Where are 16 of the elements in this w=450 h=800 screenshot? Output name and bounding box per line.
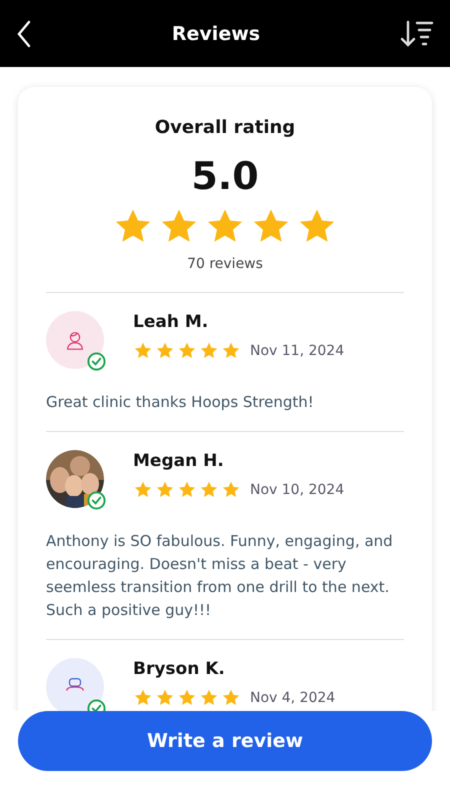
reviewer-name: Bryson K. bbox=[133, 659, 226, 679]
rating-score: 5.0 bbox=[191, 154, 259, 198]
page-title: Reviews bbox=[172, 22, 260, 44]
review-count: 70 reviews bbox=[187, 256, 263, 272]
review-date: Nov 10, 2024 bbox=[250, 482, 344, 498]
reviewer-name: Megan H. bbox=[133, 451, 225, 471]
reviewer-name: Leah M. bbox=[133, 312, 210, 332]
back-icon[interactable] bbox=[16, 20, 32, 48]
review-date: Nov 11, 2024 bbox=[250, 343, 344, 359]
sort-icon[interactable] bbox=[400, 18, 434, 48]
review-text: Anthony is SO fabulous. Funny, engaging, and encouraging. Doesn't miss a beat - very seemless transition from one drill to the next. Such a positive guy!!! bbox=[46, 531, 394, 621]
review-text: Great clinic thanks Hoops Strength! bbox=[46, 392, 315, 413]
person-icon bbox=[64, 329, 86, 351]
review-date: Nov 4, 2024 bbox=[250, 690, 336, 706]
rating-heading: Overall rating bbox=[154, 117, 296, 138]
write-review-button[interactable]: Write a review bbox=[18, 711, 432, 771]
